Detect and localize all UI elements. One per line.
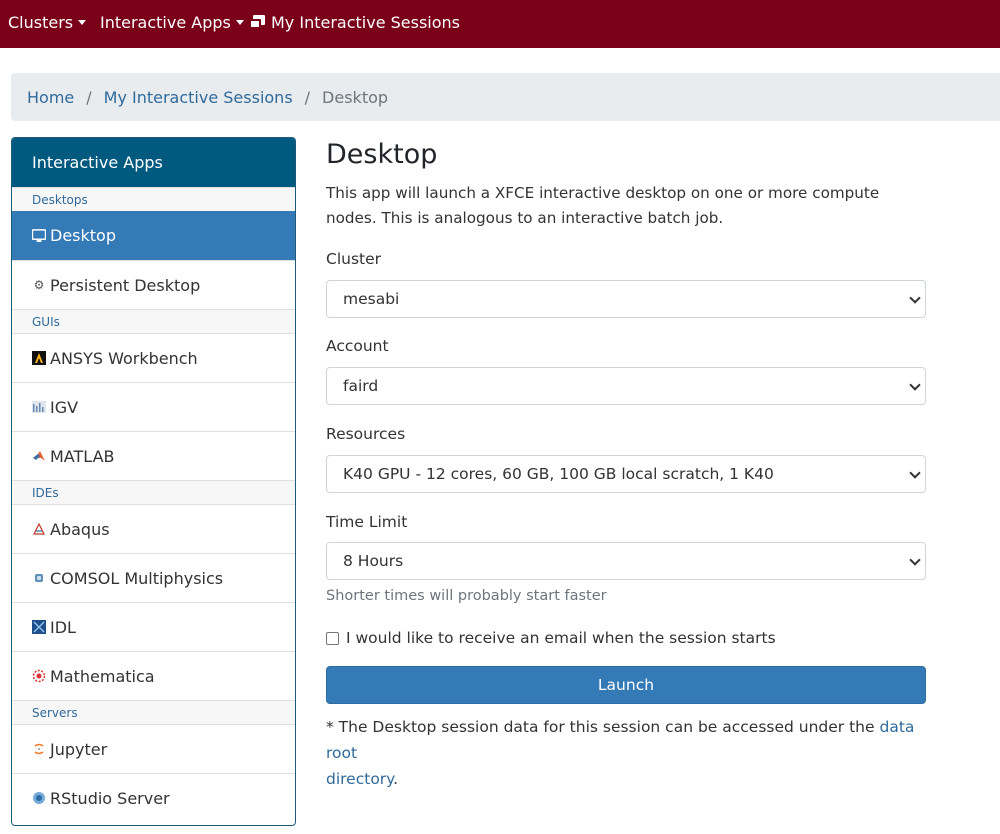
sidebar-item-label: IGV [50,397,79,417]
interactive-apps-dropdown[interactable]: Interactive Apps [100,0,244,44]
email-checkbox-label[interactable]: I would like to receive an email when th… [346,629,776,647]
sidebar-item-label: Abaqus [50,519,110,539]
sidebar-item-label: Persistent Desktop [50,275,201,295]
sidebar-group-guis: GUIs [12,309,295,333]
sidebar-item-igv[interactable]: IGV [12,382,295,431]
footnote: * The Desktop session data for this sess… [326,714,926,792]
cluster-select-value: mesabi [343,290,400,308]
sidebar-item-idl[interactable]: IDL [12,602,295,651]
breadcrumb: Home / My Interactive Sessions / Desktop [11,73,1000,121]
rstudio-icon [32,791,46,805]
clusters-label: Clusters [8,12,74,32]
sidebar-item-label: COMSOL Multiphysics [50,568,224,588]
cluster-select[interactable]: mesabi [326,280,926,318]
breadcrumb-home[interactable]: Home [27,88,74,107]
resources-select-value: K40 GPU - 12 cores, 60 GB, 100 GB local … [343,465,774,483]
footnote-text: * The Desktop session data for this sess… [326,718,875,736]
sidebar-item-label: Mathematica [50,666,155,686]
resources-label: Resources [326,425,406,443]
sidebar-item-label: RStudio Server [50,788,170,808]
monitor-icon [32,228,46,243]
sessions-icon [249,15,265,29]
email-checkbox[interactable] [326,631,339,645]
sidebar-item-label: IDL [50,617,76,637]
time-limit-select-value: 8 Hours [343,552,404,570]
sidebar-item-rstudio[interactable]: RStudio Server [12,773,295,822]
gear-icon: ⚙ [33,278,45,292]
chevron-down-icon [909,379,921,391]
breadcrumb-separator: / [86,87,92,107]
cluster-label: Cluster [326,250,382,268]
time-limit-help: Shorter times will probably start faster [326,588,607,604]
resources-select[interactable]: K40 GPU - 12 cores, 60 GB, 100 GB local … [326,455,926,493]
sidebar-item-label: ANSYS Workbench [50,348,198,368]
app-description: This app will launch a XFCE interactive … [326,184,880,227]
caret-down-icon [235,20,244,25]
matlab-icon [32,449,46,463]
sidebar-item-abaqus[interactable]: Abaqus [12,504,295,553]
breadcrumb-current: Desktop [322,87,389,107]
sidebar-group-servers: Servers [12,700,295,724]
sidebar-item-label: MATLAB [50,446,115,466]
chevron-down-icon [909,554,921,566]
page-title: Desktop [326,139,438,170]
sidebar-item-label: Jupyter [50,739,108,759]
jupyter-icon [32,742,46,756]
sidebar: Interactive Apps Desktops Desktop ⚙ Pers… [11,137,296,826]
sidebar-item-persistent-desktop[interactable]: ⚙ Persistent Desktop [12,260,295,309]
mathematica-icon [32,669,46,683]
interactive-apps-label: Interactive Apps [100,12,231,32]
sidebar-item-label: Desktop [50,226,116,245]
time-limit-select[interactable]: 8 Hours [326,542,926,580]
sidebar-header: Interactive Apps [12,138,295,187]
account-select[interactable]: faird [326,367,926,405]
account-label: Account [326,337,389,355]
abaqus-icon [32,522,46,536]
sidebar-item-desktop[interactable]: Desktop [12,211,295,260]
caret-down-icon [78,20,87,25]
sidebar-group-ides: IDEs [12,480,295,504]
ansys-icon [32,351,46,365]
sidebar-item-matlab[interactable]: MATLAB [12,431,295,480]
data-root-link-continued[interactable]: directory [326,770,393,788]
sidebar-item-mathematica[interactable]: Mathematica [12,651,295,700]
comsol-icon [32,571,46,585]
my-sessions-label: My Interactive Sessions [271,12,461,32]
time-limit-label: Time Limit [326,513,408,531]
clusters-dropdown[interactable]: Clusters [8,0,87,44]
footnote-period: . [393,770,399,788]
sidebar-item-ansys[interactable]: ANSYS Workbench [12,333,295,382]
idl-icon [32,620,46,634]
sidebar-item-jupyter[interactable]: Jupyter [12,724,295,773]
account-select-value: faird [343,377,379,395]
breadcrumb-sessions[interactable]: My Interactive Sessions [104,88,293,107]
email-checkbox-row: I would like to receive an email when th… [326,629,776,647]
sidebar-group-desktops: Desktops [12,187,295,211]
top-navbar: Clusters Interactive Apps My Interactive… [0,0,1000,48]
my-sessions-link[interactable]: My Interactive Sessions [249,0,460,44]
launch-button[interactable]: Launch [326,666,926,704]
igv-icon [32,400,46,414]
sidebar-item-comsol[interactable]: COMSOL Multiphysics [12,553,295,602]
breadcrumb-separator: / [304,87,311,107]
chevron-down-icon [909,467,921,479]
chevron-down-icon [909,292,921,304]
